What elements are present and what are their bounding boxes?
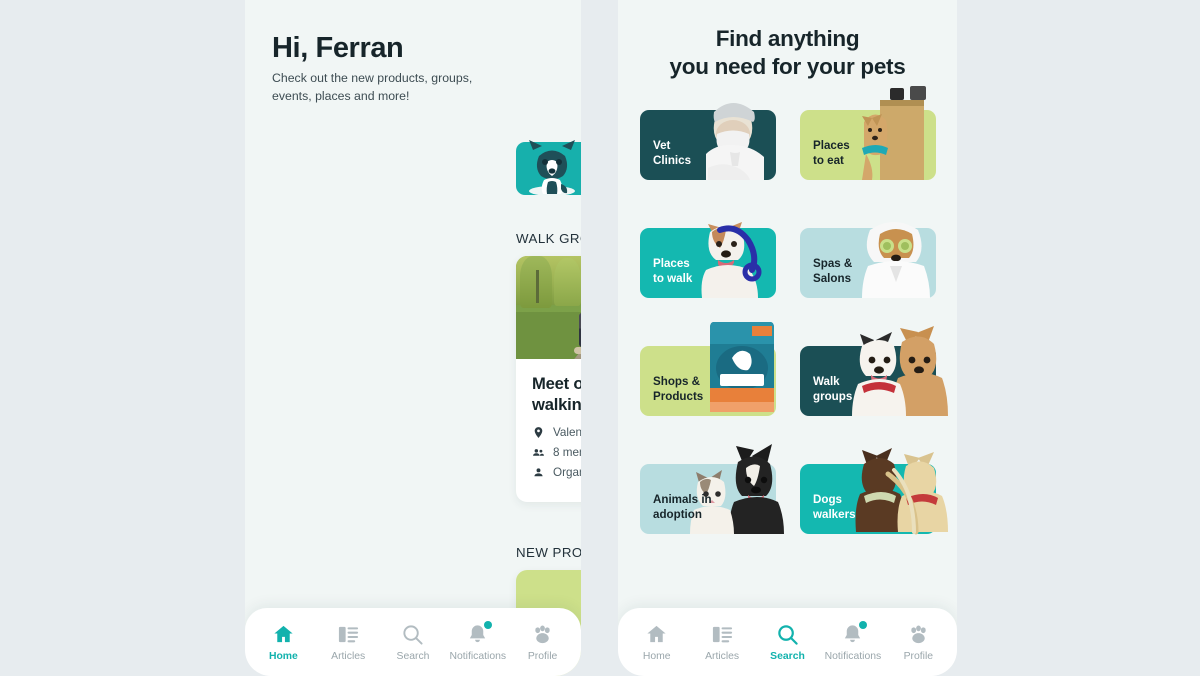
category-label: Vet Clinics — [653, 139, 692, 167]
category-grid: Vet Clinics Places to eat Places to walk… — [640, 86, 948, 535]
dog-illustration-icon — [529, 140, 575, 196]
members-icon — [533, 449, 544, 456]
walk-group-location: Valencia, Spain — [553, 426, 581, 439]
category-label: Shops & Products — [653, 375, 704, 403]
search-icon — [776, 623, 799, 646]
page-title: Hi, Ferran — [272, 32, 404, 64]
organizer-icon — [534, 468, 543, 477]
bottom-navigation-bar: Home Articles Search Notifications Profi… — [618, 608, 957, 676]
category-card-spas-salons[interactable]: Spas & Salons — [800, 222, 936, 298]
category-card-animals-in-adoption[interactable]: Animals in adoption — [640, 444, 784, 534]
search-title-line1: Find anything — [715, 26, 860, 51]
nav-label: Search — [396, 650, 430, 662]
bottom-navigation-bar: Home Articles Search Notifications Profi… — [245, 608, 581, 676]
nav-item-articles[interactable]: Articles — [316, 623, 381, 662]
bell-icon — [841, 620, 868, 646]
nav-label: Profile — [527, 650, 558, 662]
category-card-places-to-eat[interactable]: Places to eat — [800, 86, 936, 180]
nav-item-home[interactable]: Home — [624, 623, 689, 662]
nav-label: Notifications — [824, 650, 882, 662]
search-screen-content: Find anything you need for your pets Vet… — [618, 0, 957, 676]
category-label: Animals in adoption — [653, 493, 712, 521]
dog-in-robe-photo — [862, 222, 930, 298]
notification-badge — [484, 620, 493, 629]
location-pin-icon — [534, 427, 543, 438]
nav-item-notifications[interactable]: Notifications — [820, 620, 885, 662]
screenshot-stage: Hi, Ferran Check out the new products, g… — [0, 0, 1200, 676]
walk-group-location-row: Valencia, Spain — [532, 426, 581, 439]
notification-badge — [859, 620, 868, 629]
articles-icon — [711, 623, 734, 646]
category-label: Walk groups — [813, 375, 853, 403]
vet-nurse-photo — [706, 103, 764, 180]
two-dogs-photo — [852, 326, 948, 416]
home-icon — [272, 623, 295, 646]
walk-group-title: Meet our lovely dogs walking with us! — [532, 374, 581, 414]
nav-item-home[interactable]: Home — [251, 623, 316, 662]
dog-at-table-photo — [862, 86, 926, 180]
category-label: Places to eat — [813, 139, 850, 167]
dog-with-leash-photo — [701, 222, 762, 298]
nav-item-notifications[interactable]: Notifications — [445, 620, 510, 662]
category-label: Dogs walkers — [813, 493, 856, 521]
nav-label: Notifications — [449, 650, 507, 662]
category-card-walk-groups[interactable]: Walk groups — [800, 326, 948, 416]
home-screen-content: Hi, Ferran Check out the new products, g… — [245, 0, 581, 676]
section-title: WALK GROUPS — [516, 231, 581, 246]
dogs-on-leash-photo — [855, 448, 948, 535]
category-label: Places to walk — [653, 257, 693, 285]
nav-label: Profile — [903, 650, 934, 662]
nav-item-search[interactable]: Search — [381, 623, 446, 662]
page-subtitle: Check out the new products, groups, even… — [272, 71, 473, 103]
nav-item-articles[interactable]: Articles — [689, 623, 754, 662]
phone-search-screen: Find anything you need for your pets Vet… — [618, 0, 957, 676]
nav-item-profile[interactable]: Profile — [510, 623, 575, 662]
nav-label: Home — [268, 650, 298, 662]
category-card-shops-products[interactable]: Shops & Products — [640, 322, 776, 416]
walk-group-card[interactable]: Meet our lovely dogs walking with us! Va… — [516, 256, 581, 502]
nav-label: Articles — [705, 650, 740, 662]
category-card-vet-clinics[interactable]: Vet Clinics — [640, 103, 776, 180]
search-icon — [401, 623, 424, 646]
walk-group-body: Meet our lovely dogs walking with us! Va… — [516, 359, 581, 502]
walk-group-organizer: Organized by Laura — [553, 466, 581, 479]
home-icon — [645, 623, 668, 646]
walk-group-members: 8 members — [553, 446, 581, 459]
nav-item-profile[interactable]: Profile — [886, 623, 951, 662]
bell-icon — [466, 620, 493, 646]
articles-icon — [337, 623, 360, 646]
category-label: Spas & Salons — [813, 257, 853, 285]
paw-icon — [531, 623, 554, 646]
section-title: NEW PRODUCTS — [516, 545, 581, 560]
nav-item-search[interactable]: Search — [755, 623, 820, 662]
walk-group-members-row: 8 members — [532, 446, 581, 459]
nav-label: Articles — [331, 650, 366, 662]
category-card-places-to-walk[interactable]: Places to walk — [640, 222, 776, 298]
walk-group-organizer-row: Organized by Laura — [532, 466, 581, 479]
nav-label: Search — [770, 650, 805, 662]
section-header-new-products: NEW PRODUCTS See all — [516, 545, 581, 560]
section-header-walk-groups: WALK GROUPS See all — [516, 231, 581, 246]
pet-food-bag-photo — [710, 322, 774, 412]
category-card-dogs-walkers[interactable]: Dogs walkers — [800, 448, 948, 535]
nav-label: Home — [642, 650, 671, 662]
search-title-line2: you need for your pets — [669, 54, 906, 79]
paw-icon — [907, 623, 930, 646]
search-page-title: Find anything you need for your pets — [618, 25, 957, 81]
walk-group-photo — [516, 256, 581, 359]
phone-home-screen: Hi, Ferran Check out the new products, g… — [245, 0, 581, 676]
